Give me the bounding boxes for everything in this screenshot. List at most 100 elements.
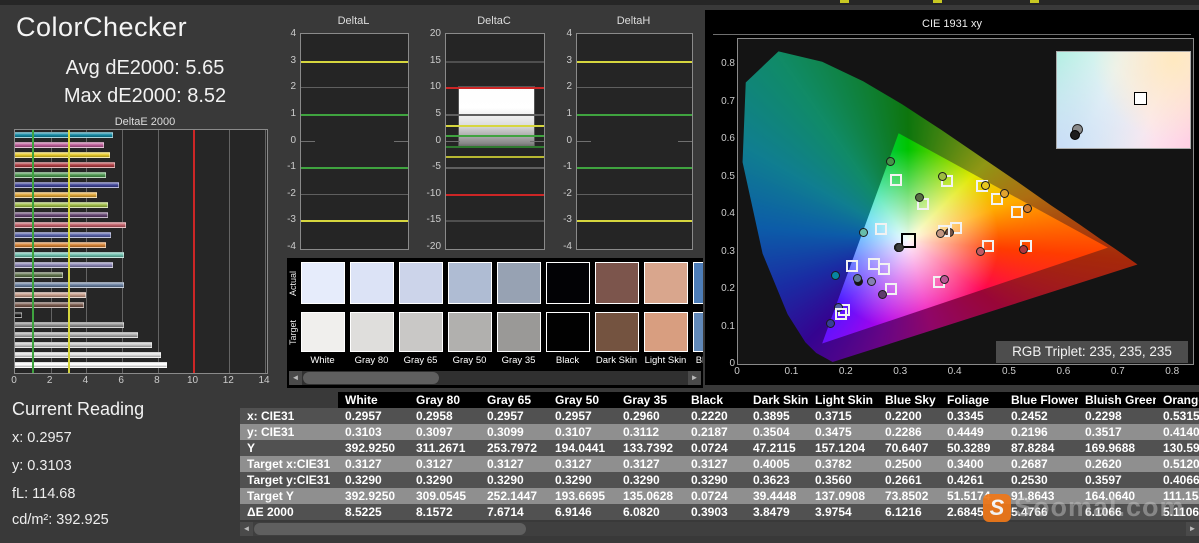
row-header: Target y:CIE31 — [240, 472, 338, 488]
target-swatch-black — [546, 312, 590, 352]
table-cell: 253.7972 — [480, 440, 548, 456]
table-cell: 311.2671 — [409, 440, 480, 456]
deltae-bar-red — [15, 161, 115, 168]
table-cell: 133.7392 — [616, 440, 684, 456]
row-header: ΔE 2000 — [240, 504, 338, 520]
reference-line — [301, 113, 408, 116]
swatch-scroll-thumb[interactable] — [303, 372, 439, 384]
table-scrollbar[interactable]: ◄ ► — [240, 522, 1199, 536]
measured-marker-bluish-green — [858, 227, 868, 237]
table-cell: 0.3127 — [409, 456, 480, 472]
axis-tick-label: 0.4 — [947, 366, 962, 377]
measured-marker-cyan — [831, 271, 841, 281]
table-cell: 194.0441 — [548, 440, 616, 456]
table-cell: 3.8479 — [746, 504, 808, 520]
table-cell: 0.2687 — [1004, 456, 1078, 472]
reference-line — [577, 220, 692, 223]
column-header: Blue Flower — [1004, 392, 1078, 408]
deltac-chart-title: DeltaC — [477, 15, 511, 27]
reference-line — [577, 113, 692, 116]
table-cell: 70.6407 — [878, 440, 940, 456]
scroll-right-icon[interactable]: ► — [688, 371, 701, 385]
axis-tick-label: 10 — [429, 81, 441, 93]
axis-tick-label: -4 — [287, 241, 296, 252]
column-header: Light Skin — [808, 392, 878, 408]
table-cell: 0.3107 — [548, 424, 616, 440]
axis-tick-label: 0.4 — [721, 208, 735, 219]
swatch-label: White — [310, 355, 335, 366]
target-marker-blue — [835, 308, 848, 321]
deltae-bar-yellow — [15, 151, 110, 158]
axis-tick-label: 0.6 — [721, 133, 735, 144]
target-marker-orange — [1010, 205, 1023, 218]
deltae-bar-dark-skin — [15, 302, 84, 309]
window-top-strip — [0, 0, 1199, 5]
table-cell: 0.3504 — [746, 424, 808, 440]
axis-tick-label: 0.6 — [1056, 366, 1071, 377]
table-cell: 0.4140 — [1156, 424, 1199, 440]
deltac-value-block — [458, 85, 535, 147]
axis-tick-label: 0.1 — [721, 320, 735, 332]
deltal-chart — [300, 33, 409, 250]
reference-line — [446, 156, 544, 159]
table-scroll-thumb[interactable] — [254, 523, 526, 535]
reference-line — [301, 220, 408, 223]
table-cell: 0.2286 — [878, 424, 940, 440]
column-header: Bluish Green — [1078, 392, 1156, 408]
reference-line — [446, 60, 544, 63]
deltae-bar-light-skin — [15, 292, 86, 299]
actual-swatch-blue-sky — [693, 262, 703, 304]
table-cell: 309.0545 — [409, 488, 480, 504]
actual-swatch-gray-80 — [350, 262, 394, 304]
table-cell: 2.6845 — [940, 504, 1004, 520]
table-cell: 3.9754 — [808, 504, 878, 520]
table-cell: 0.4005 — [746, 456, 808, 472]
reference-line — [446, 167, 544, 170]
table-cell: 7.6714 — [480, 504, 548, 520]
swatch-comparison-panel: Actual Target White Gray 80 Gray 65 Gray 50… — [287, 258, 703, 388]
reference-line — [31, 130, 34, 373]
axis-tick-label: 14 — [258, 375, 270, 386]
deltae-bar-orange-yellow — [15, 191, 98, 198]
deltac-chart — [445, 33, 545, 250]
scroll-left-icon[interactable]: ◄ — [240, 522, 253, 536]
measured-marker-light-skin — [935, 229, 945, 239]
table-cell: 252.1447 — [480, 488, 548, 504]
table-cell: 0.2958 — [409, 408, 480, 424]
deltal-y-labels: 4 3 2 1 0 -1 -2 -3 -4 — [278, 28, 298, 252]
swatch-label: Gray 35 — [501, 355, 536, 366]
axis-tick-label: 4 — [290, 28, 296, 39]
table-cell: 137.0908 — [808, 488, 878, 504]
axis-tick-label: 0.1 — [784, 366, 799, 377]
axis-tick-label: 6 — [118, 375, 124, 386]
measured-marker-magenta — [940, 275, 950, 285]
scroll-left-icon[interactable]: ◄ — [289, 371, 302, 385]
table-cell: 157.1204 — [808, 440, 878, 456]
actual-swatch-dark-skin — [595, 262, 639, 304]
target-marker-bluish-green — [874, 223, 887, 236]
table-cell: 0.3560 — [808, 472, 878, 488]
table-cell: 87.8284 — [1004, 440, 1078, 456]
table-cell: 6.1066 — [1078, 504, 1156, 520]
table-cell: 8.1572 — [409, 504, 480, 520]
row-header: y: CIE31 — [240, 424, 338, 440]
axis-tick-label: -3 — [287, 214, 296, 226]
cie-y-axis: 0.8 0.7 0.6 0.5 0.4 0.3 0.2 0.1 0 — [707, 38, 735, 369]
axis-tick-label: 0.2 — [838, 366, 853, 377]
target-swatch-dark-skin — [595, 312, 639, 352]
table-cell: 0.3782 — [808, 456, 878, 472]
axis-tick-label: 2 — [290, 81, 296, 93]
table-cell: 0.2196 — [1004, 424, 1078, 440]
axis-tick-label: -20 — [426, 241, 441, 252]
axis-tick-label: 5 — [435, 107, 441, 119]
table-cell: 0.2298 — [1078, 408, 1156, 424]
axis-tick-label: 4 — [566, 28, 572, 39]
measured-marker-purple — [877, 290, 887, 300]
swatch-scrollbar[interactable]: ◄ ► — [289, 371, 701, 385]
gridline — [229, 130, 231, 373]
deltae-bar-gray-65 — [15, 342, 152, 349]
axis-tick-label: 0.3 — [721, 245, 735, 257]
measurement-table: White Gray 80 Gray 65 Gray 50 Gray 35 Black Da… — [240, 392, 1199, 520]
scroll-right-icon[interactable]: ► — [1186, 522, 1199, 536]
measured-marker-orange — [1022, 204, 1032, 214]
